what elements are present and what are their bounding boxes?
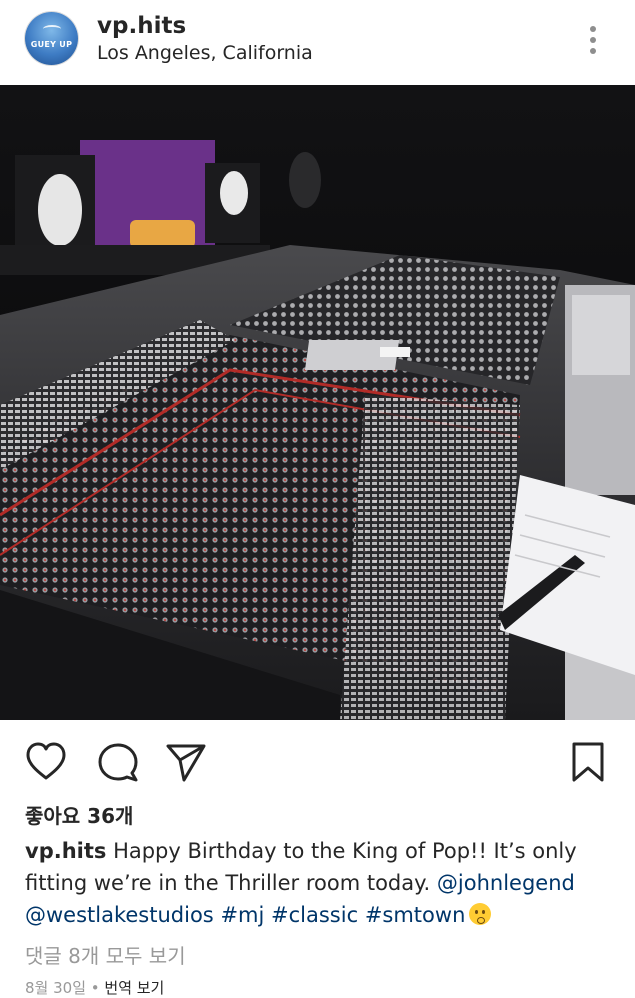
avatar-text: GUEY UP xyxy=(30,40,73,49)
more-vertical-icon[interactable] xyxy=(583,24,603,56)
post-header: GUEY UP vp.hits Los Angeles, California xyxy=(0,0,635,85)
hashtag-link[interactable]: #mj xyxy=(220,903,264,927)
post-date: 8월 30일 xyxy=(25,979,86,997)
avatar[interactable]: GUEY UP xyxy=(25,12,78,65)
action-bar xyxy=(0,720,635,802)
post-caption: vp.hits Happy Birthday to the King of Po… xyxy=(25,835,615,931)
see-translation-link[interactable]: 번역 보기 xyxy=(104,979,164,997)
hashtag-link[interactable]: #smtown xyxy=(365,903,466,927)
paper-plane-icon[interactable] xyxy=(164,740,208,784)
likes-count[interactable]: 좋아요 36개 xyxy=(25,800,133,829)
meta-separator: • xyxy=(86,979,105,997)
comment-icon[interactable] xyxy=(96,740,140,784)
airplane-icon xyxy=(43,25,61,33)
post-username[interactable]: vp.hits xyxy=(97,13,186,39)
post-photo[interactable] xyxy=(0,85,635,720)
post-location[interactable]: Los Angeles, California xyxy=(97,42,313,64)
heart-icon[interactable] xyxy=(24,740,68,784)
hashtag-link[interactable]: #classic xyxy=(271,903,358,927)
mention-link[interactable]: @johnlegend xyxy=(437,871,575,895)
view-all-comments-link[interactable]: 댓글 8개 모두 보기 xyxy=(25,940,186,969)
mixing-console-image xyxy=(0,85,635,720)
bookmark-icon[interactable] xyxy=(566,740,610,784)
mention-link[interactable]: @westlakestudios xyxy=(25,903,214,927)
caption-username[interactable]: vp.hits xyxy=(25,839,106,863)
shushing-face-emoji xyxy=(469,903,492,925)
